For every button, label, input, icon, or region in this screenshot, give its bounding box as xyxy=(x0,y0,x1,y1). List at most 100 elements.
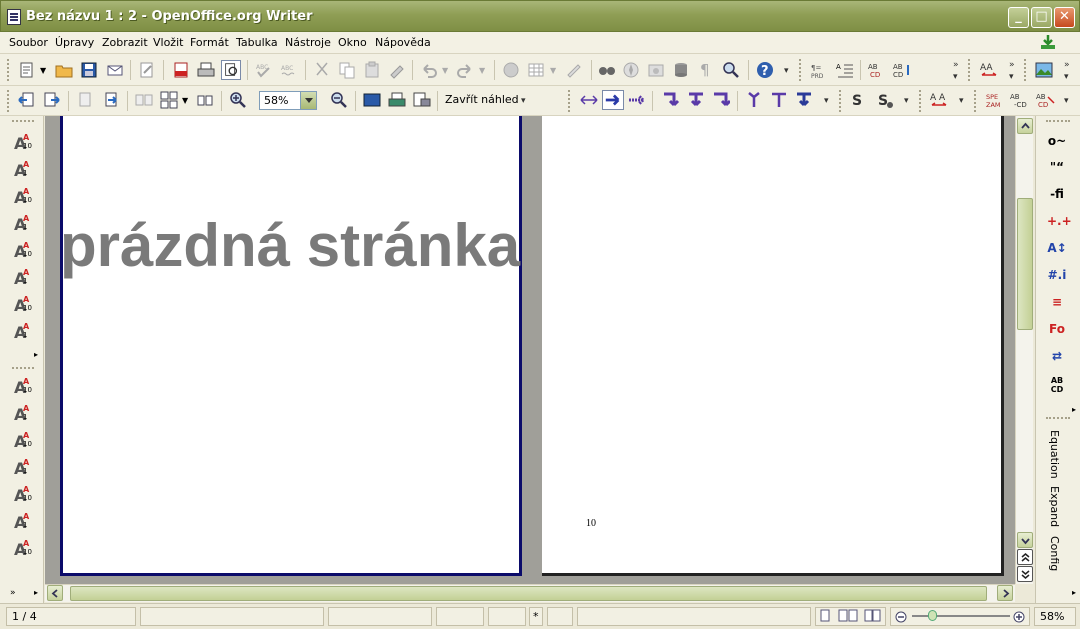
table-icon[interactable] xyxy=(527,61,545,79)
zoom-percent[interactable]: 58% xyxy=(1034,607,1076,626)
toolbar-overflow-icon[interactable]: ▾ xyxy=(953,66,962,88)
two-pages-icon[interactable] xyxy=(135,91,153,109)
last-page-icon[interactable] xyxy=(102,91,120,109)
undo-dropdown-icon[interactable]: ▼ xyxy=(442,66,448,75)
text-spacing-icon[interactable]: A A xyxy=(930,91,948,109)
draw-functions-icon[interactable] xyxy=(565,61,583,79)
special-chars-icon[interactable]: SPEZAM xyxy=(985,91,1005,109)
scroll-down-button[interactable] xyxy=(1017,532,1033,548)
export-pdf-icon[interactable] xyxy=(172,61,190,79)
superscript-increase-10-button[interactable]: A A 10 xyxy=(14,376,36,398)
full-screen-icon[interactable] xyxy=(363,91,381,109)
panel-expand-arrow-icon[interactable]: ▸ xyxy=(34,350,38,359)
clone-format-icon[interactable] xyxy=(388,61,406,79)
panel-more-icon[interactable]: » xyxy=(10,588,16,598)
toolbar-overflow-icon[interactable]: ▾ xyxy=(1064,90,1073,112)
find-replace-icon[interactable] xyxy=(598,61,616,79)
toolbar-overflow-icon[interactable]: ▾ xyxy=(1064,66,1073,88)
subscript-increase-1-button[interactable]: AA1 xyxy=(14,511,36,533)
subscript-decrease-10-button[interactable]: A A 10 xyxy=(14,538,36,560)
sidebar-grip[interactable] xyxy=(1046,417,1070,419)
toolbar-grip[interactable] xyxy=(968,59,971,81)
compare-document-icon[interactable]: ABCD xyxy=(868,61,886,79)
menu-soubor[interactable]: Soubor xyxy=(9,36,48,49)
vertical-scroll-thumb[interactable] xyxy=(1017,198,1033,330)
minimize-button[interactable]: _ xyxy=(1008,7,1029,28)
subscript-increase-10-button[interactable]: A A 10 xyxy=(14,484,36,506)
ab-sort-icon[interactable]: A↕ xyxy=(1047,241,1067,261)
smart-quotes-icon[interactable]: "“ xyxy=(1047,160,1067,180)
digital-signature-field[interactable] xyxy=(547,607,573,626)
print-options-icon[interactable] xyxy=(413,91,431,109)
first-page-icon[interactable] xyxy=(76,91,94,109)
toolbar-overflow-icon[interactable]: ▾ xyxy=(959,90,968,112)
arrow-corner-down-icon[interactable] xyxy=(662,91,680,109)
toolbar-grip[interactable] xyxy=(839,90,842,112)
modified-indicator[interactable]: * xyxy=(529,607,543,626)
arrow-left-right-icon[interactable] xyxy=(580,91,598,109)
superscript-increase-1-button[interactable]: AA1 xyxy=(14,403,36,425)
book-preview-icon[interactable] xyxy=(196,91,214,109)
spellcheck-icon[interactable]: ABC xyxy=(255,61,273,79)
superscript-decrease-1-button[interactable]: AA1 xyxy=(14,457,36,479)
redo-dropdown-icon[interactable]: ▼ xyxy=(479,66,485,75)
increase-spacing-1-button[interactable]: AA1 xyxy=(14,267,36,289)
toolbar-overflow-icon[interactable]: ▾ xyxy=(1009,66,1018,88)
arrow-corner-right-icon[interactable] xyxy=(712,91,730,109)
toolbar-overflow-icon[interactable]: ▾ xyxy=(904,90,913,112)
multi-page-view-icon[interactable] xyxy=(838,609,858,622)
data-sources-icon[interactable] xyxy=(672,61,690,79)
arrow-down-split-icon[interactable] xyxy=(687,91,705,109)
next-page-scroll-button[interactable] xyxy=(1017,566,1033,582)
increase-font-1-button[interactable]: AA1 xyxy=(14,159,36,181)
sidebar-grip[interactable] xyxy=(12,367,34,369)
print-icon[interactable] xyxy=(197,61,215,79)
menu-format[interactable]: Formát xyxy=(190,36,229,49)
close-button[interactable]: ✕ xyxy=(1054,7,1075,28)
page-preview-icon[interactable] xyxy=(221,60,241,80)
fontwork-gallery-icon[interactable]: S xyxy=(876,91,894,109)
config-tab[interactable]: Config xyxy=(1048,536,1061,571)
case-change-icon[interactable]: AA xyxy=(980,61,998,79)
help-icon[interactable]: ? xyxy=(756,61,774,79)
scroll-left-button[interactable] xyxy=(47,585,63,601)
arrow-up-fork-icon[interactable] xyxy=(745,91,763,109)
toolbar-overflow-icon[interactable]: ▾ xyxy=(784,60,793,82)
menu-tabulka[interactable]: Tabulka xyxy=(236,36,278,49)
decrease-spacing-10-button[interactable]: A A 10 xyxy=(14,294,36,316)
zoom-slider-track[interactable] xyxy=(912,615,1010,617)
increase-font-10-button[interactable]: A A 10 xyxy=(14,132,36,154)
email-icon[interactable] xyxy=(106,61,124,79)
info-icon[interactable]: #.i xyxy=(1047,268,1067,288)
arrow-right-icon[interactable] xyxy=(602,90,624,110)
toolbar-overflow-icon[interactable]: ▾ xyxy=(521,90,530,112)
document-preview-area[interactable]: prázdná stránka 10 xyxy=(45,116,1015,584)
selection-mode-field[interactable] xyxy=(488,607,526,626)
toolbar-grip[interactable] xyxy=(974,90,977,112)
new-dropdown-arrow-icon[interactable]: ▼ xyxy=(40,66,46,75)
sidebar-grip[interactable] xyxy=(12,120,34,122)
menu-zobrazit[interactable]: Zobrazit xyxy=(102,36,148,49)
single-page-view-icon[interactable] xyxy=(820,609,830,622)
navigator-icon[interactable] xyxy=(622,61,640,79)
fontwork-icon[interactable]: S xyxy=(850,91,868,109)
previous-page-icon[interactable] xyxy=(17,91,35,109)
arrow-right-striped-icon[interactable] xyxy=(628,91,646,109)
autospellcheck-icon[interactable]: ABC xyxy=(280,61,298,79)
document-convert-icon[interactable]: ⇄ xyxy=(1047,349,1067,369)
undo-icon[interactable] xyxy=(420,61,438,79)
toolbar-grip[interactable] xyxy=(919,90,922,112)
redo-icon[interactable] xyxy=(456,61,474,79)
writer-app-icon[interactable] xyxy=(7,9,21,25)
previous-page-scroll-button[interactable] xyxy=(1017,549,1033,565)
zoom-icon[interactable] xyxy=(722,61,740,79)
insert-mode-field[interactable] xyxy=(436,607,484,626)
language-field[interactable] xyxy=(328,607,432,626)
zoom-select[interactable]: 58% xyxy=(259,91,317,110)
panel-expand-arrow-icon[interactable]: ▸ xyxy=(1072,588,1076,597)
next-page-icon[interactable] xyxy=(43,91,61,109)
autocorrect-degree-icon[interactable]: o~ xyxy=(1047,134,1067,154)
zoom-dropdown-icon[interactable] xyxy=(300,92,316,109)
menu-napoveda[interactable]: Nápověda xyxy=(375,36,431,49)
expand-tab[interactable]: Expand xyxy=(1048,486,1061,527)
